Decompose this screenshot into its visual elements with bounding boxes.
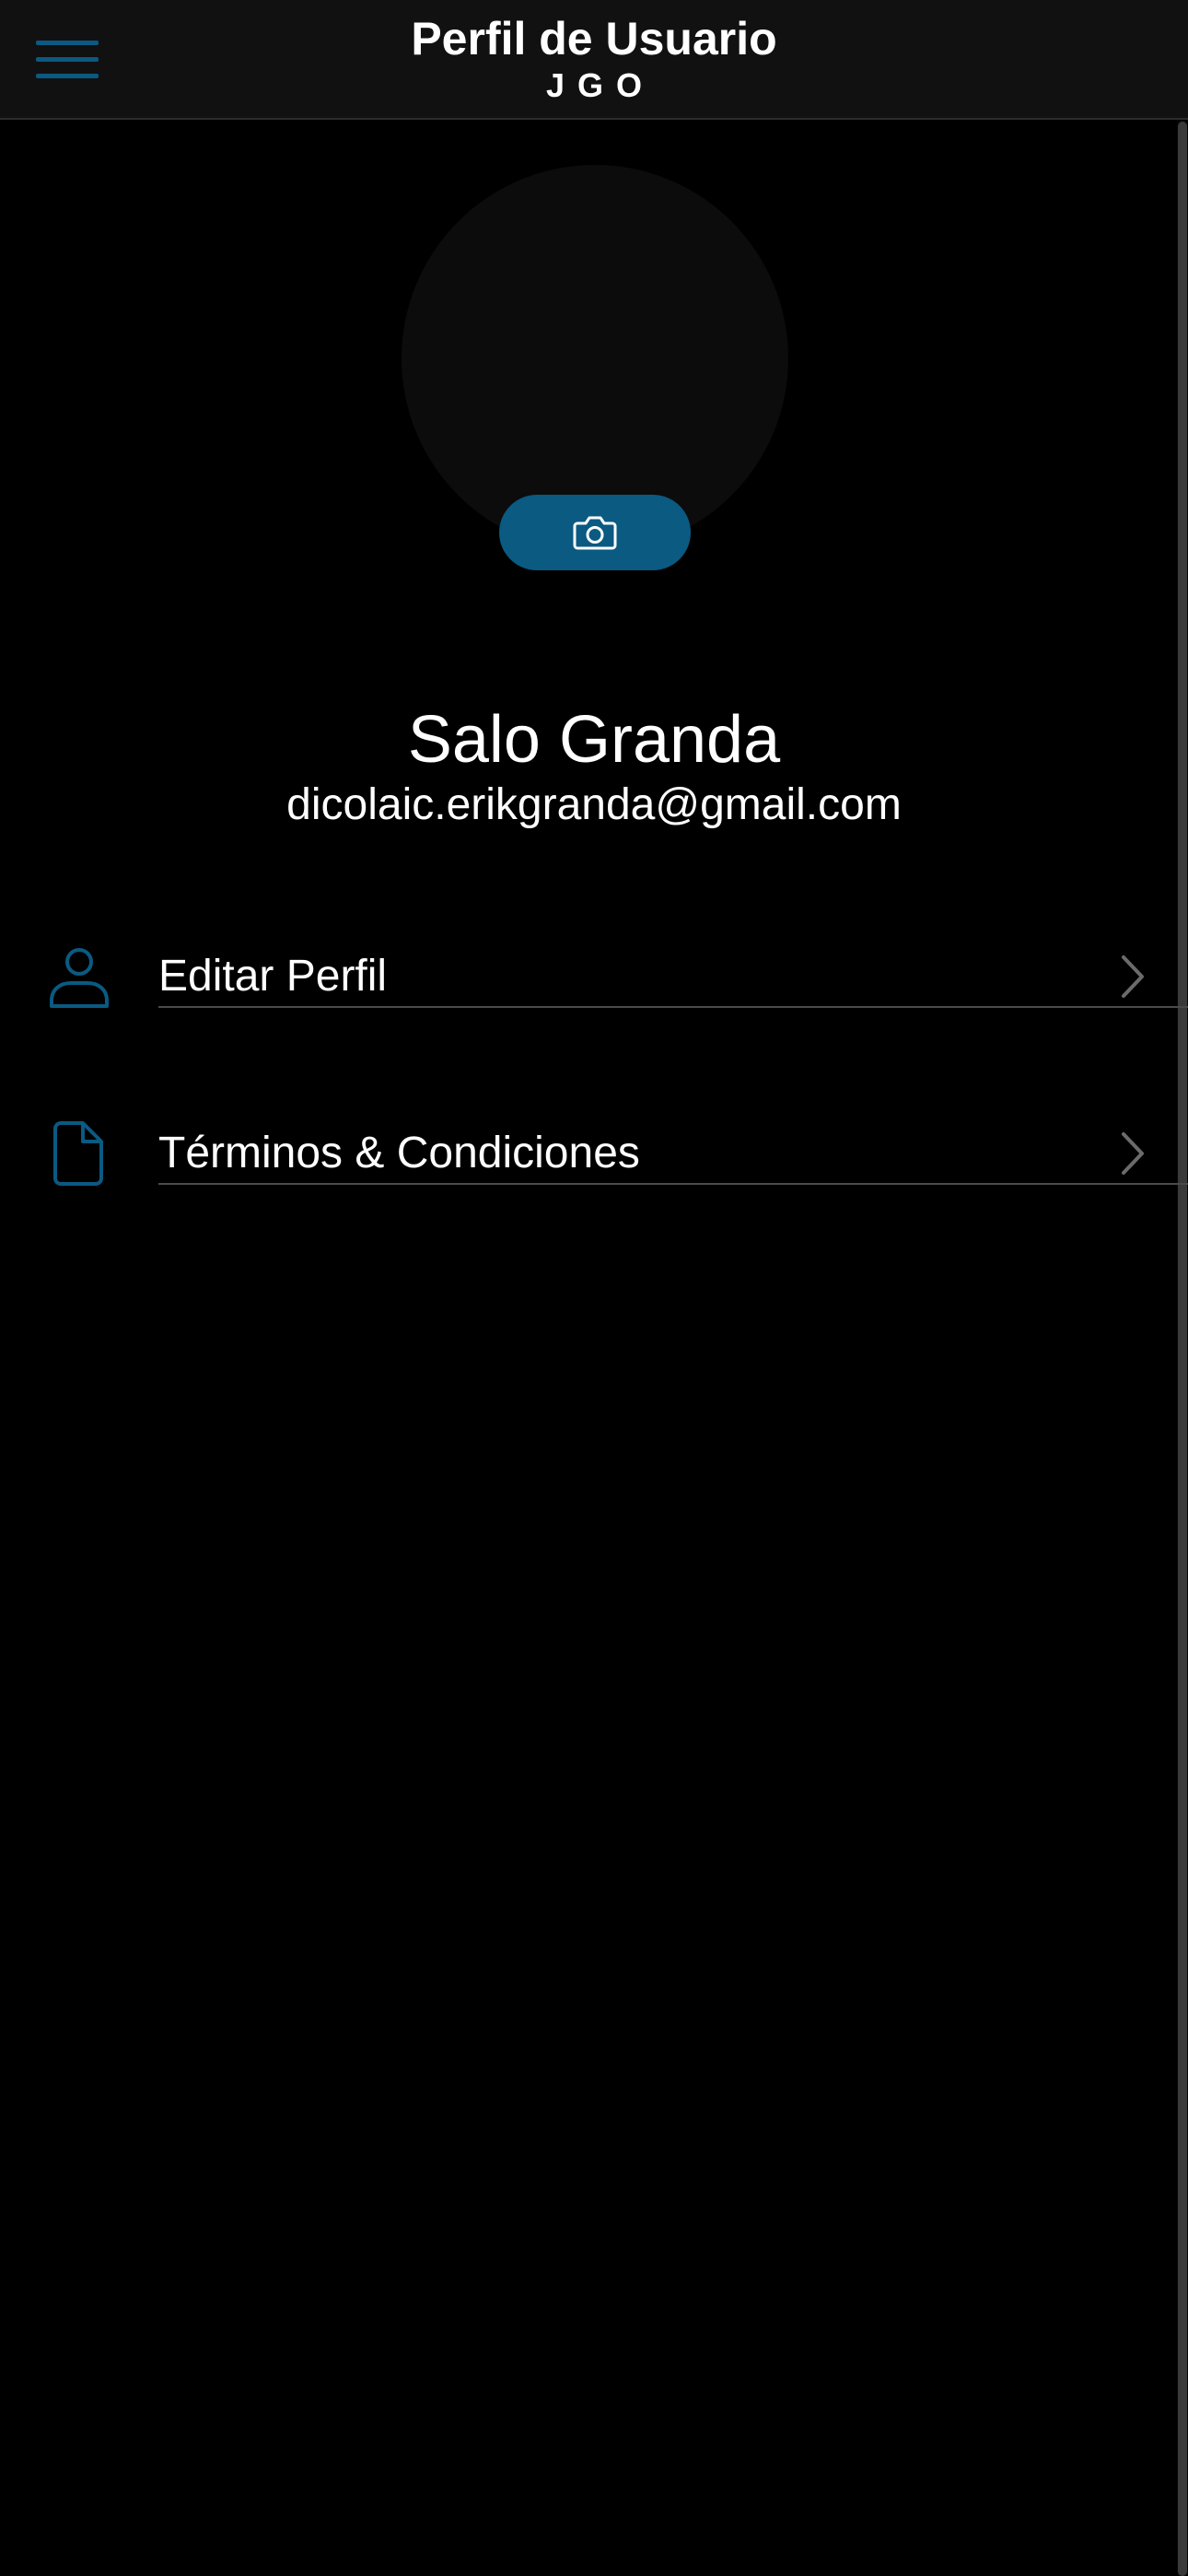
menu-item-label: Términos & Condiciones (158, 1129, 640, 1177)
user-icon (46, 943, 112, 1010)
scrollbar-thumb[interactable] (1178, 122, 1187, 2576)
menu-item-terms-conditions[interactable]: Términos & Condiciones (0, 1061, 1188, 1236)
document-icon (46, 1120, 112, 1187)
profile-name: Salo Granda (407, 703, 781, 777)
menu-item-label: Editar Perfil (158, 952, 388, 1001)
page-title: Perfil de Usuario (411, 13, 777, 64)
menu-item-edit-profile[interactable]: Editar Perfil (0, 884, 1188, 1060)
camera-icon (573, 516, 617, 550)
profile-email: dicolaic.erikgranda@gmail.com (286, 780, 902, 829)
change-photo-button[interactable] (499, 495, 691, 570)
profile-screen: Perfil de Usuario JGO Salo Granda dicola… (0, 0, 1188, 2576)
divider (158, 1006, 1188, 1008)
chevron-right-icon (1114, 951, 1151, 1002)
app-subtitle: JGO (545, 66, 656, 104)
chevron-right-icon (1114, 1128, 1151, 1179)
top-app-bar: Perfil de Usuario JGO (0, 0, 1188, 120)
avatar[interactable] (402, 165, 788, 552)
divider (158, 1183, 1188, 1185)
